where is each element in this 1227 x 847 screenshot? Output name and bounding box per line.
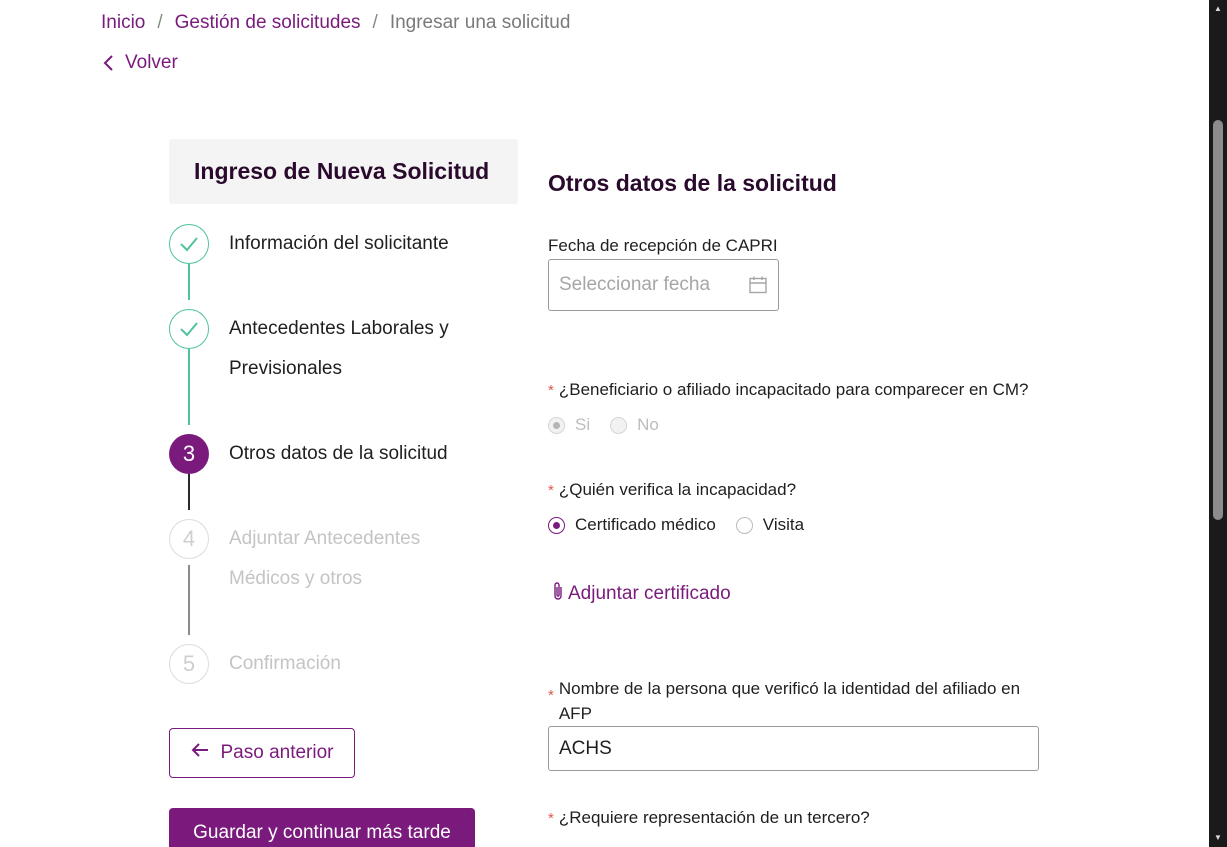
required-asterisk: * [548, 382, 554, 399]
radio-si-label: Si [575, 415, 591, 434]
required-asterisk: * [548, 687, 554, 704]
step-3: 3 Otros datos de la solicitud [169, 434, 489, 474]
radio-option-si[interactable]: Si [548, 415, 590, 435]
step-2-label: Antecedentes Laborales y Previsionales [229, 309, 489, 389]
save-later-button[interactable]: Guardar y continuar más tarde [169, 808, 475, 847]
step-2: Antecedentes Laborales y Previsionales [169, 309, 489, 389]
radio-certificado[interactable] [548, 516, 565, 534]
radio-visita[interactable] [735, 516, 753, 534]
breadcrumb-gestion[interactable]: Gestión de solicitudes [175, 12, 361, 34]
fecha-label: Fecha de recepción de CAPRI [548, 236, 778, 255]
step-2-label-line1: Antecedentes Laborales y [229, 318, 449, 339]
step-4: 4 Adjuntar Antecedentes Médicos y otros [169, 519, 489, 599]
required-asterisk: * [548, 482, 554, 499]
verifica-label: * ¿Quién verifica la incapacidad? [548, 480, 796, 500]
previous-step-button[interactable]: Paso anterior [169, 728, 355, 778]
breadcrumb-separator: / [372, 12, 378, 33]
scrollbar-thumb[interactable] [1213, 120, 1223, 520]
stepper-title: Ingreso de Nueva Solicitud [194, 158, 490, 184]
arrow-left-icon [190, 742, 210, 764]
radio-visita-label: Visita [762, 515, 805, 534]
date-picker[interactable] [548, 259, 779, 311]
required-asterisk: * [548, 810, 554, 827]
paperclip-icon [552, 581, 564, 607]
step-connector [188, 474, 190, 510]
breadcrumb-inicio[interactable]: Inicio [101, 12, 145, 34]
verifica-radio-group: Certificado médico Visita [548, 515, 824, 535]
step-5-label: Confirmación [229, 653, 341, 674]
step-5: 5 Confirmación [169, 644, 489, 684]
back-label: Volver [125, 52, 178, 73]
representacion-label-text: ¿Requiere representación de un tercero? [558, 808, 870, 827]
incapacitado-radio-group: Si No [548, 415, 679, 435]
step-4-label: Adjuntar Antecedentes Médicos y otros [229, 519, 489, 599]
scrollbar[interactable]: ▲ ▼ [1209, 0, 1227, 847]
verifica-label-text: ¿Quién verifica la incapacidad? [558, 480, 797, 499]
radio-option-certificado[interactable]: Certificado médico [548, 515, 716, 535]
step-3-number: 3 [169, 434, 209, 474]
step-1: Información del solicitante [169, 224, 489, 264]
radio-si[interactable] [548, 416, 565, 434]
nombre-label-line1: Nombre de la persona que verificó la ide… [558, 679, 1021, 698]
check-icon [169, 309, 209, 349]
step-2-label-line2: Previsionales [229, 358, 342, 379]
step-4-label-line2: Médicos y otros [229, 568, 363, 589]
breadcrumb-current: Ingresar una solicitud [389, 12, 571, 33]
scroll-down-icon[interactable]: ▼ [1213, 833, 1223, 843]
step-1-label: Información del solicitante [229, 233, 449, 254]
step-3-label: Otros datos de la solicitud [229, 443, 448, 464]
representacion-label: * ¿Requiere representación de un tercero? [548, 808, 870, 828]
breadcrumb-separator: / [157, 12, 163, 33]
nombre-label-text: Nombre de la persona que verificó la ide… [559, 676, 1020, 726]
breadcrumb: Inicio / Gestión de solicitudes / Ingres… [101, 12, 570, 34]
radio-option-visita[interactable]: Visita [735, 515, 805, 535]
step-4-number: 4 [169, 519, 209, 559]
step-5-number: 5 [169, 644, 209, 684]
check-icon [169, 224, 209, 264]
incapacitado-label: * ¿Beneficiario o afiliado incapacitado p… [548, 380, 1029, 400]
scroll-up-icon[interactable]: ▲ [1213, 4, 1223, 14]
nombre-label-line2: AFP [558, 704, 592, 723]
incapacitado-label-text: ¿Beneficiario o afiliado incapacitado pa… [558, 380, 1029, 399]
stepper-header: Ingreso de Nueva Solicitud [169, 139, 518, 204]
step-connector [188, 264, 190, 300]
radio-option-no[interactable]: No [610, 415, 659, 435]
calendar-icon[interactable] [748, 275, 768, 295]
radio-no-label: No [637, 415, 659, 434]
nombre-input[interactable] [548, 726, 1039, 771]
attach-certificate-link[interactable]: Adjuntar certificado [552, 581, 731, 607]
radio-certificado-label: Certificado médico [575, 515, 716, 534]
date-input[interactable] [559, 274, 739, 296]
step-4-label-line1: Adjuntar Antecedentes [229, 528, 421, 549]
back-link[interactable]: Volver [101, 52, 178, 74]
radio-no[interactable] [610, 416, 628, 434]
nombre-label: * Nombre de la persona que verificó la i… [548, 676, 1048, 726]
chevron-left-icon [101, 54, 115, 72]
previous-step-label: Paso anterior [220, 742, 334, 763]
attach-certificate-label: Adjuntar certificado [568, 583, 731, 604]
section-title: Otros datos de la solicitud [548, 170, 837, 196]
